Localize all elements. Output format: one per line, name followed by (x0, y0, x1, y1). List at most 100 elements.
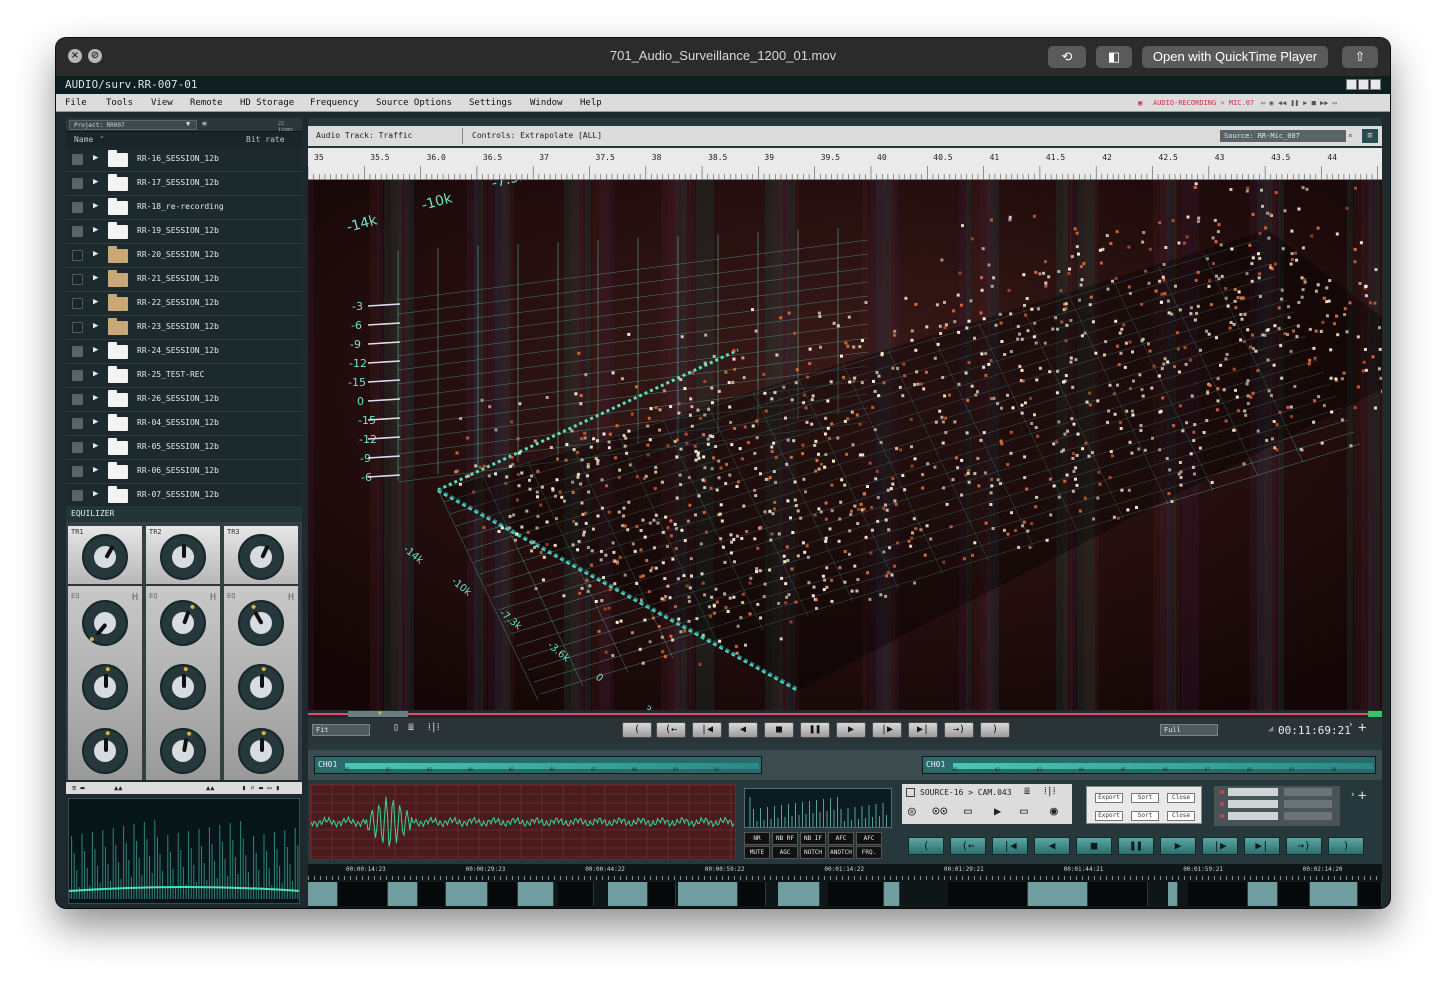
disclosure-icon[interactable]: ▶ (93, 201, 98, 211)
timeline-clip[interactable] (1358, 882, 1382, 906)
sort-button[interactable]: Sort (1131, 793, 1159, 803)
list-item[interactable]: ▶ RR-04_SESSION_12b (66, 412, 302, 436)
mountain-icon[interactable]: ▲▲ (114, 782, 122, 794)
item-checkbox[interactable] (72, 442, 83, 453)
fx-button[interactable]: AFC (828, 832, 854, 845)
transport-button[interactable]: |◀ (992, 837, 1028, 855)
playhead-icon[interactable]: ▼ (378, 710, 382, 717)
disclosure-icon[interactable]: ▶ (93, 297, 98, 307)
project-select[interactable]: Project: RR007 (69, 120, 197, 130)
waveform-icon[interactable]: ⁞|⁞ (1044, 786, 1056, 797)
timeline-clip[interactable] (1168, 882, 1178, 906)
waveform-icon[interactable]: ⁞|⁞ (428, 722, 440, 733)
spectrogram-3d[interactable]: -14k-10k-7.3k-3-6-9-12-150-15-12-9-6-14k… (308, 180, 1382, 710)
item-checkbox[interactable] (72, 370, 83, 381)
transport-button[interactable]: |▶ (872, 722, 902, 738)
fx-button[interactable]: FRQ. (856, 846, 882, 859)
list-item[interactable]: ▶ RR-07_SESSION_12b (66, 484, 302, 508)
close-icon[interactable]: × (1348, 126, 1353, 146)
timeline-clip[interactable] (308, 882, 338, 906)
app-close-button[interactable] (1370, 79, 1381, 90)
transport-button[interactable]: ◀ (1034, 837, 1070, 855)
monitor-icon[interactable]: ▭ (964, 804, 972, 819)
list-item[interactable]: ▶ RR-20_SESSION_12b (66, 244, 302, 268)
trim-button[interactable]: ◧ (1096, 46, 1132, 68)
timeline-clip[interactable] (1188, 882, 1248, 906)
transport-button[interactable]: →) (944, 722, 974, 738)
list-icon[interactable]: ≡ (1362, 129, 1378, 143)
item-checkbox[interactable] (72, 322, 83, 333)
mixer-track[interactable] (1284, 800, 1332, 808)
waveform-view[interactable] (310, 784, 736, 860)
scrub-bar[interactable]: ▼ (308, 710, 1382, 718)
chevron-right-icon[interactable]: › (1348, 720, 1353, 730)
open-quicktime-button[interactable]: Open with QuickTime Player (1142, 46, 1328, 68)
transport-button[interactable]: ) (980, 722, 1010, 738)
fx-button[interactable]: NOTCH (800, 846, 826, 859)
timeline-clip[interactable] (418, 882, 446, 906)
record-icon[interactable]: ◉ (1050, 804, 1058, 819)
list-item[interactable]: ▶ RR-19_SESSION_12b (66, 220, 302, 244)
chevron-right-icon[interactable]: › (1350, 790, 1355, 800)
transport-button[interactable]: ▶ (1160, 837, 1196, 855)
transport-button[interactable]: ▶| (908, 722, 938, 738)
fx-button[interactable]: AFC (856, 832, 882, 845)
transport-button[interactable]: |▶ (1202, 837, 1238, 855)
menu-settings[interactable]: Settings (469, 94, 512, 112)
col-bitrate[interactable]: Bit rate (246, 132, 285, 148)
list-item[interactable]: ▶ RR-18_re-recording (66, 196, 302, 220)
fx-button[interactable]: ANOTCH (828, 846, 854, 859)
item-checkbox[interactable] (72, 394, 83, 405)
play-icon[interactable]: ▶ (994, 804, 1001, 818)
transport-button[interactable]: →) (1286, 837, 1322, 855)
item-checkbox[interactable] (72, 178, 83, 189)
timeline-clip[interactable] (558, 882, 594, 906)
item-checkbox[interactable] (72, 154, 83, 165)
close-button[interactable]: Close (1167, 811, 1195, 821)
fit-select[interactable]: Fit (312, 724, 370, 736)
transport-button[interactable]: ) (1328, 837, 1364, 855)
timeline-clip[interactable] (338, 882, 388, 906)
info-icon[interactable]: ▯ (393, 722, 399, 733)
gain-knob[interactable] (160, 534, 206, 580)
mixer-slider[interactable] (1228, 788, 1278, 796)
transport-button[interactable]: |◀ (692, 722, 722, 738)
item-checkbox[interactable] (72, 466, 83, 477)
item-checkbox[interactable] (72, 274, 83, 285)
eq-knob[interactable] (160, 600, 206, 646)
col-name[interactable]: Name (74, 132, 93, 148)
share-icon[interactable]: ⇧ (1342, 46, 1378, 68)
item-checkbox[interactable] (72, 298, 83, 309)
fx-button[interactable]: MUTE (744, 846, 770, 859)
disclosure-icon[interactable]: ▶ (93, 273, 98, 283)
mixer-track[interactable] (1284, 788, 1332, 796)
list-item[interactable]: ▶ RR-05_SESSION_12b (66, 436, 302, 460)
mixer-slider[interactable] (1228, 800, 1278, 808)
timeline-clip[interactable] (1310, 882, 1358, 906)
menu-remote[interactable]: Remote (190, 94, 223, 112)
menu-frequency[interactable]: Frequency (310, 94, 359, 112)
add-icon[interactable]: + (1358, 788, 1366, 804)
list-icon[interactable]: ≡ (202, 119, 207, 128)
list-item[interactable]: ▶ RR-17_SESSION_12b (66, 172, 302, 196)
channel-2-meter[interactable]: CH01 01 02 03 04 05 06 07 08 09 10 (922, 756, 1376, 774)
timeline-clip[interactable] (608, 882, 648, 906)
list-item[interactable]: ▶ RR-21_SESSION_12b (66, 268, 302, 292)
zoom-select[interactable]: Full (1160, 724, 1218, 736)
disclosure-icon[interactable]: ▶ (93, 225, 98, 235)
channel-1-meter[interactable]: CH01 01 02 03 04 05 06 07 08 09 10 (314, 756, 762, 774)
menu-window[interactable]: Window (530, 94, 563, 112)
transport-button[interactable]: ■ (764, 722, 794, 738)
target-icon[interactable]: ◎ (908, 804, 916, 819)
timeline-clip[interactable] (388, 882, 418, 906)
app-maximize-button[interactable] (1358, 79, 1369, 90)
timeline-clip[interactable] (648, 882, 676, 906)
transport-button[interactable]: ▶| (1244, 837, 1280, 855)
disclosure-icon[interactable]: ▶ (93, 369, 98, 379)
list-item[interactable]: ▶ RR-22_SESSION_12b (66, 292, 302, 316)
disclosure-icon[interactable]: ▶ (93, 345, 98, 355)
timeline-clip[interactable] (488, 882, 518, 906)
timeline-clip[interactable] (446, 882, 488, 906)
mini-transport-icons[interactable]: ▭ ◉ ◀◀ ❚❚ ▶ ■ ▶▶ ▭ (1261, 94, 1337, 112)
eq-knob[interactable] (160, 728, 206, 774)
